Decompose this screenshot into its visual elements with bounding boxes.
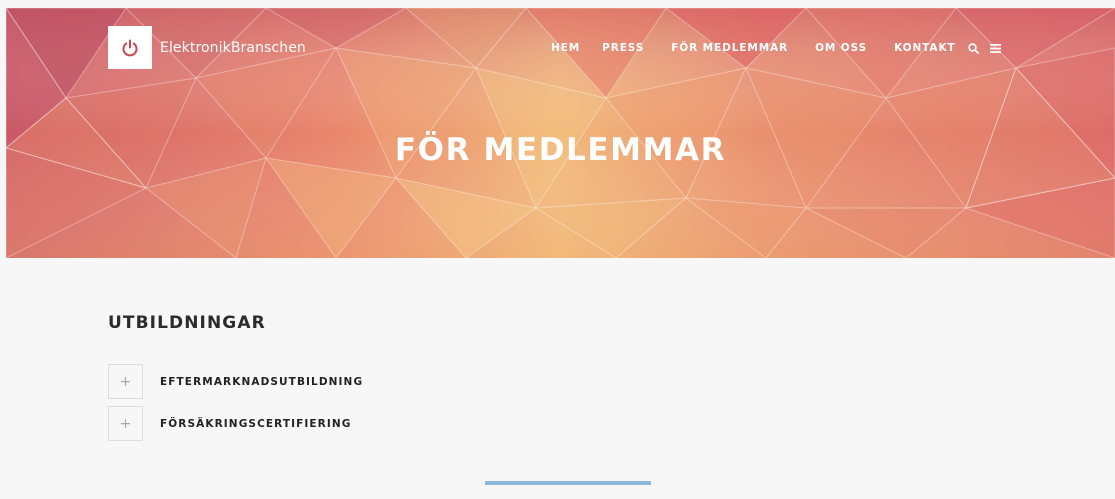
nav-item-om-oss[interactable]: OM OSS <box>815 42 867 54</box>
accordion-item-eftermarknadsutbildning[interactable]: + EFTERMARKNADSUTBILDNING <box>108 364 363 399</box>
accent-divider <box>485 481 651 485</box>
brand-name: ElektronikBranschen <box>160 39 306 56</box>
nav-item-kontakt[interactable]: KONTAKT <box>894 42 955 54</box>
nav-item-hem[interactable]: HEM <box>551 42 580 54</box>
hamburger-menu-icon[interactable] <box>989 43 1001 53</box>
nav-item-press[interactable]: PRESS <box>602 42 644 54</box>
search-icon[interactable] <box>967 42 979 54</box>
accordion-label[interactable]: FÖRSÄKRINGSCERTIFIERING <box>160 418 351 430</box>
section-title: UTBILDNINGAR <box>108 313 266 333</box>
power-icon <box>108 26 152 69</box>
main-nav: HEM PRESS FÖR MEDLEMMAR OM OSS KONTAKT <box>551 42 1001 54</box>
nav-item-for-medlemmar[interactable]: FÖR MEDLEMMAR <box>671 42 788 54</box>
hero-banner: ElektronikBranschen HEM PRESS FÖR MEDLEM… <box>6 8 1115 258</box>
page-title: FÖR MEDLEMMAR <box>394 132 727 168</box>
plus-icon[interactable]: + <box>108 406 143 441</box>
plus-icon[interactable]: + <box>108 364 143 399</box>
site-logo[interactable]: ElektronikBranschen <box>108 26 306 69</box>
accordion-item-forsakringscertifiering[interactable]: + FÖRSÄKRINGSCERTIFIERING <box>108 406 351 441</box>
accordion-label[interactable]: EFTERMARKNADSUTBILDNING <box>160 376 363 388</box>
